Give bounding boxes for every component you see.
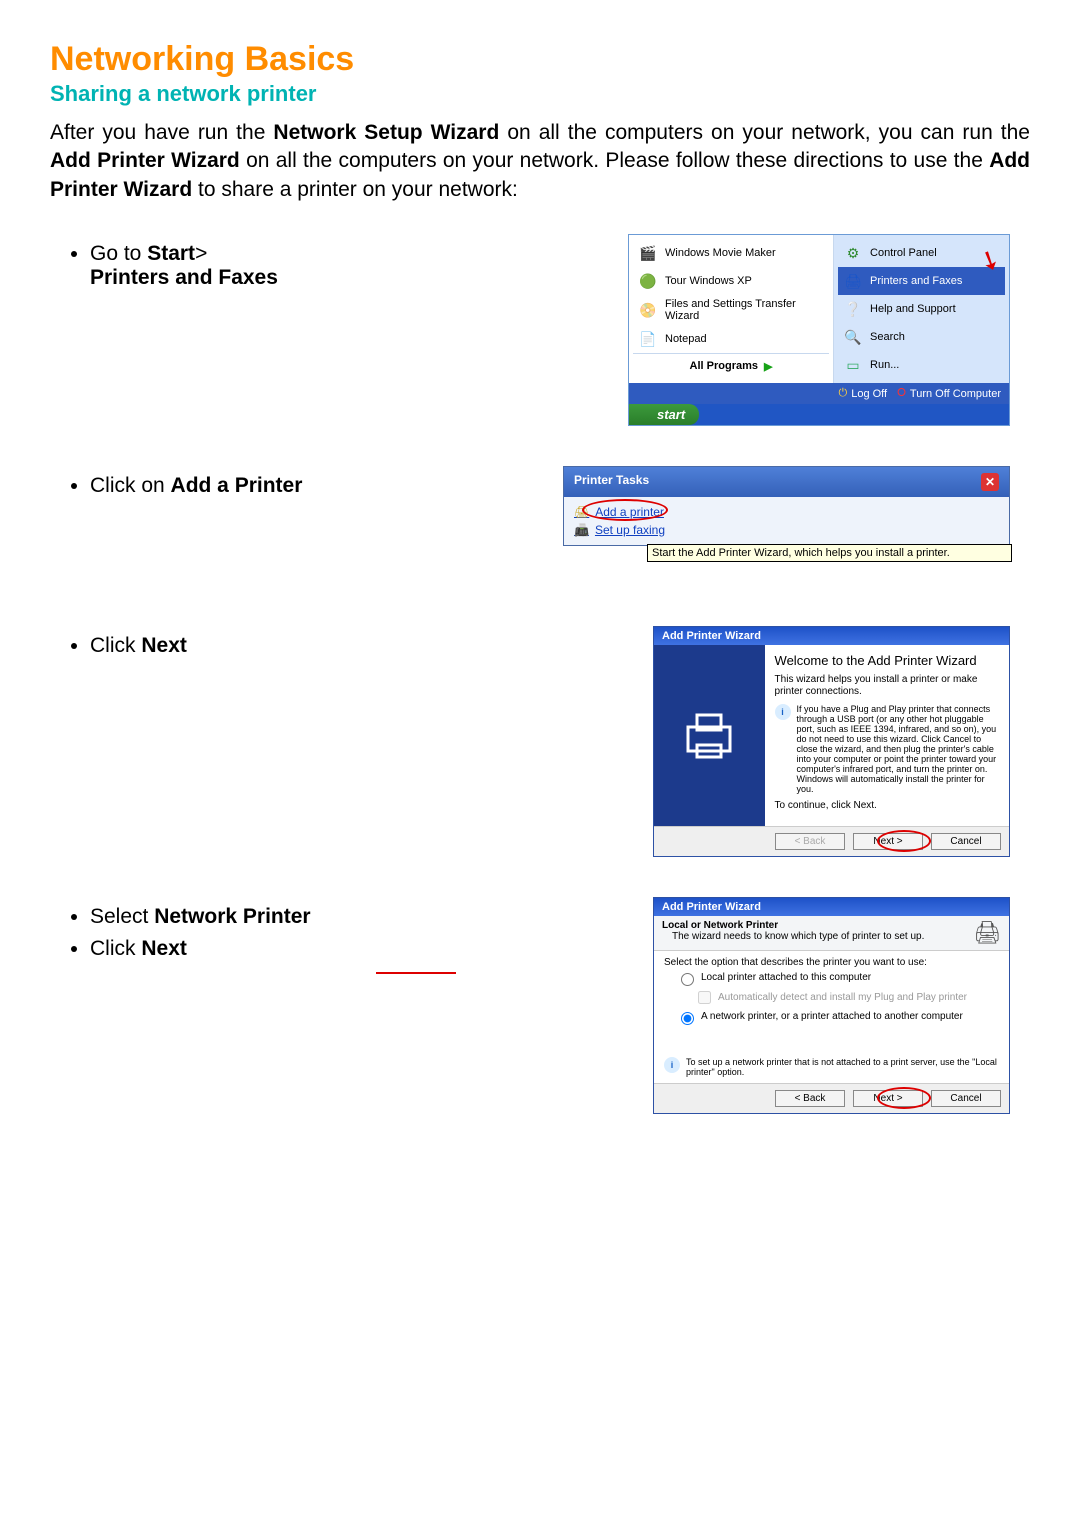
page-subtitle: Sharing a network printer [50, 81, 1030, 107]
movie-icon: 🎬 [637, 242, 659, 264]
local-printer-radio[interactable]: Local printer attached to this computer [676, 972, 999, 986]
cancel-button[interactable]: Cancel [931, 1090, 1001, 1107]
intro-text: on all the computers on your network, yo… [499, 121, 1030, 144]
wizard-prompt: Select the option that describes the pri… [664, 957, 999, 968]
step-item: Click Next [90, 937, 426, 961]
intro-text: to share a printer on your network: [192, 178, 518, 201]
add-printer-wizard-dialog: Add Printer Wizard Welcome to the Add Pr… [653, 626, 1010, 857]
dialog-title: Add Printer Wizard [654, 898, 1009, 916]
back-button: < Back [775, 833, 845, 850]
wizard-info-text: To set up a network printer that is not … [686, 1057, 999, 1077]
info-icon: i [775, 704, 791, 720]
search-icon: 🔍 [842, 326, 864, 348]
turn-off-button[interactable]: ⭘Turn Off Computer [897, 387, 1001, 400]
logoff-icon: ⏻ [839, 387, 848, 400]
next-button[interactable]: Next > [853, 833, 923, 850]
next-button[interactable]: Next > [853, 1090, 923, 1107]
run-icon: ▭ [842, 354, 864, 376]
add-printer-link[interactable]: 🖨 Add a printer [574, 503, 999, 521]
start-menu: 🎬Windows Movie Maker 🟢Tour Windows XP 📀F… [628, 234, 1010, 426]
step-item: Go to Start> Printers and Faxes [90, 242, 426, 290]
wizard-desc: This wizard helps you install a printer … [775, 674, 999, 698]
printer-add-icon: 🖨 [574, 505, 589, 519]
back-button[interactable]: < Back [775, 1090, 845, 1107]
info-icon: i [664, 1057, 680, 1073]
step-item: Select Network Printer [90, 905, 426, 929]
step-item: Click on Add a Printer [90, 474, 426, 498]
arrow-right-icon: ▶ [764, 360, 772, 373]
wizard-side-graphic [654, 645, 765, 826]
start-menu-item[interactable]: ❔Help and Support [838, 295, 1005, 323]
step-item: Click Next [90, 634, 426, 658]
wizard-subheader: The wizard needs to know which type of p… [672, 931, 924, 942]
annotation-arrow-icon [376, 972, 456, 974]
intro-text: on all the computers on your network. Pl… [240, 149, 989, 172]
page-title: Networking Basics [50, 40, 1030, 79]
printer-icon: 🖨 [973, 920, 1001, 946]
notepad-icon: 📄 [637, 328, 659, 350]
log-off-button[interactable]: ⏻Log Off [839, 387, 888, 400]
start-menu-item[interactable]: ▭Run... [838, 351, 1005, 379]
start-menu-item[interactable]: 🟢Tour Windows XP [633, 267, 829, 295]
help-icon: ❔ [842, 298, 864, 320]
printer-icon [679, 706, 739, 766]
start-menu-item[interactable]: 📄Notepad [633, 325, 829, 353]
start-menu-item[interactable]: 🎬Windows Movie Maker [633, 239, 829, 267]
close-icon[interactable]: ✕ [981, 473, 999, 491]
transfer-icon: 📀 [637, 299, 659, 321]
tooltip: Start the Add Printer Wizard, which help… [647, 544, 1012, 562]
start-menu-item[interactable]: 🔍Search [838, 323, 1005, 351]
setup-faxing-link[interactable]: 📠 Set up faxing [574, 521, 999, 539]
panel-title: Printer Tasks [574, 473, 649, 491]
control-panel-icon: ⚙ [842, 242, 864, 264]
intro-bold: Network Setup Wizard [273, 121, 499, 144]
tour-icon: 🟢 [637, 270, 659, 292]
wizard-continue: To continue, click Next. [775, 800, 999, 812]
network-printer-radio[interactable]: A network printer, or a printer attached… [676, 1011, 999, 1025]
printer-icon: 🖨 [842, 270, 864, 292]
start-menu-item[interactable]: 📀Files and Settings Transfer Wizard [633, 295, 829, 325]
wizard-header: Local or Network Printer [662, 920, 924, 931]
intro-bold: Add Printer Wizard [50, 149, 240, 172]
auto-detect-checkbox: Automatically detect and install my Plug… [694, 988, 999, 1007]
dialog-title: Add Printer Wizard [654, 627, 1009, 645]
wizard-welcome: Welcome to the Add Printer Wizard [775, 653, 999, 668]
fax-icon: 📠 [574, 523, 589, 537]
power-icon: ⭘ [897, 387, 906, 400]
add-printer-wizard-dialog-2: Add Printer Wizard Local or Network Prin… [653, 897, 1010, 1114]
start-button[interactable]: start [629, 404, 699, 425]
printer-tasks-panel: Printer Tasks ✕ 🖨 Add a printer 📠 Set up… [563, 466, 1010, 546]
all-programs[interactable]: All Programs▶ [633, 353, 829, 379]
wizard-info-text: If you have a Plug and Play printer that… [797, 704, 999, 794]
intro-text: After you have run the [50, 121, 273, 144]
intro-paragraph: After you have run the Network Setup Wiz… [50, 119, 1030, 204]
cancel-button[interactable]: Cancel [931, 833, 1001, 850]
